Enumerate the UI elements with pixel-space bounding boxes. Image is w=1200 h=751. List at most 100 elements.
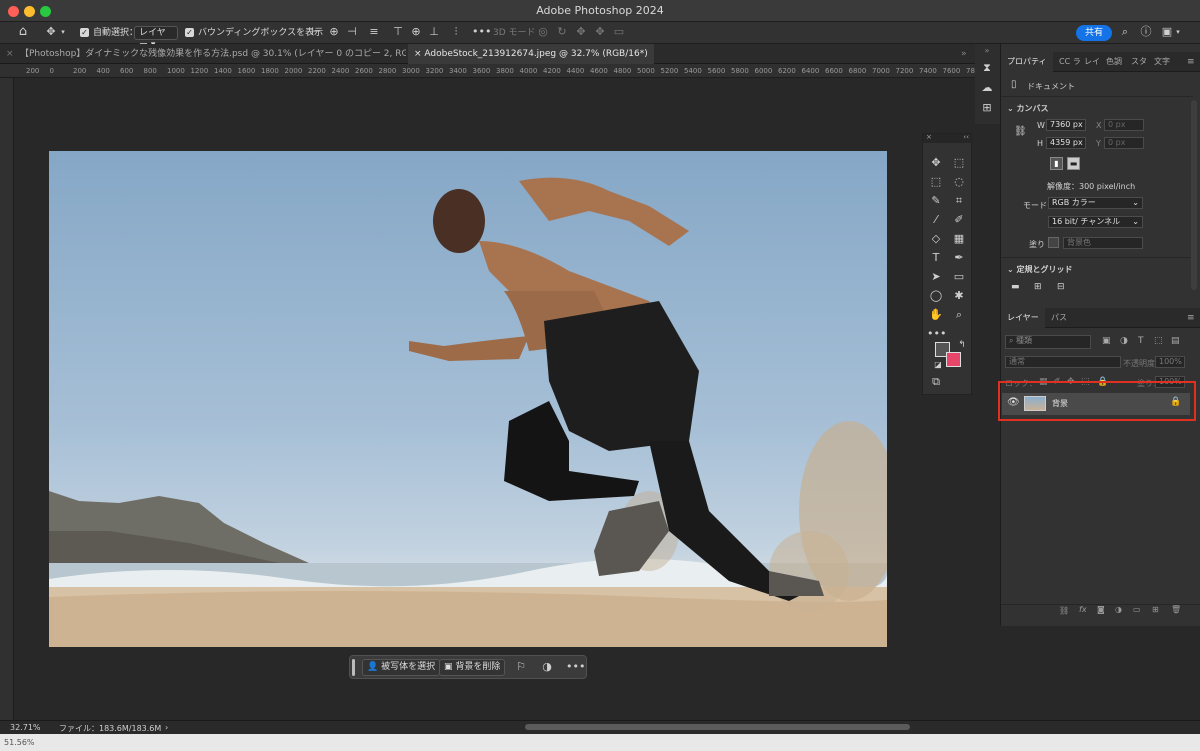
tab-jpeg-close-icon[interactable]: × bbox=[414, 49, 424, 59]
edit-toolbar-icon[interactable]: ••• bbox=[927, 326, 946, 342]
pixel-filter-icon[interactable]: ▣ bbox=[1102, 336, 1111, 346]
link-icon[interactable]: ⛓ bbox=[1014, 126, 1027, 137]
panel-menu-icon[interactable]: ≡ bbox=[1187, 52, 1195, 72]
layer-style-icon[interactable]: fx bbox=[1079, 605, 1087, 614]
tools-panel-header[interactable]: × ‹‹ bbox=[923, 133, 973, 143]
guides-icon[interactable]: ⊟ bbox=[1057, 282, 1065, 292]
crop-tool-icon[interactable]: ⌗ bbox=[950, 193, 968, 209]
new-layer-icon[interactable]: ⊞ bbox=[1152, 605, 1159, 614]
adjustment-filter-icon[interactable]: ◑ bbox=[1120, 336, 1128, 346]
width-field[interactable]: 7360 px bbox=[1046, 119, 1086, 131]
bounding-box-checkbox[interactable]: ✓ bbox=[185, 28, 194, 37]
align-top-icon[interactable]: ⊤ bbox=[392, 25, 404, 39]
share-button[interactable]: 共有 bbox=[1076, 25, 1112, 41]
gradient-tool-icon[interactable]: ▦ bbox=[950, 231, 968, 247]
rectangle-tool-icon[interactable]: ▭ bbox=[950, 269, 968, 285]
fill-swatch[interactable] bbox=[1048, 237, 1059, 248]
rulers-grid-section-header[interactable]: ⌄ 定規とグリッド bbox=[1007, 264, 1073, 275]
hand-tool-icon[interactable]: ✋ bbox=[927, 307, 945, 323]
ellipse-tool-icon[interactable]: ◯ bbox=[927, 288, 945, 304]
new-group-icon[interactable]: ▭ bbox=[1133, 605, 1141, 614]
document-image[interactable] bbox=[49, 151, 887, 647]
zoom-level[interactable]: 32.71% bbox=[10, 723, 41, 732]
distribute-vertical-icon[interactable]: ⫶ bbox=[450, 25, 462, 39]
layers-menu-icon[interactable]: ≡ bbox=[1187, 308, 1195, 328]
expand-icon[interactable]: » bbox=[981, 44, 993, 58]
horizontal-ruler[interactable]: 200 0 200 400 600 800 1000 1200 1400 1600 1800 2000… bbox=[0, 64, 1007, 78]
history-panel-icon[interactable]: ⧗ bbox=[980, 61, 994, 75]
align-middle-icon[interactable]: ⊕ bbox=[410, 25, 422, 39]
vertical-ruler[interactable] bbox=[0, 78, 14, 720]
3d-scale-icon[interactable]: ▭ bbox=[613, 25, 625, 39]
close-icon[interactable]: × bbox=[926, 133, 932, 141]
smart-object-filter-icon[interactable]: ▤ bbox=[1171, 336, 1180, 346]
layer-kind-filter[interactable]: ⌕ 種類 bbox=[1005, 335, 1091, 349]
landscape-orientation-icon[interactable]: ▬ bbox=[1067, 157, 1080, 170]
canvas-section-header[interactable]: ⌄ カンバス bbox=[1007, 103, 1049, 114]
artboard-tool-icon[interactable]: ⬚ bbox=[950, 155, 968, 171]
path-selection-tool-icon[interactable]: ➤ bbox=[927, 269, 945, 285]
select-subject-button[interactable]: 👤 被写体を選択 bbox=[362, 659, 441, 676]
remove-background-button[interactable]: ▣ 背景を削除 bbox=[439, 659, 506, 676]
lasso-tool-icon[interactable]: ◌ bbox=[950, 174, 968, 190]
blend-mode-dropdown[interactable]: 通常 bbox=[1005, 356, 1121, 368]
fill-dropdown[interactable]: 背景色 bbox=[1063, 237, 1143, 249]
collapse-icon[interactable]: ‹‹ bbox=[963, 133, 969, 141]
3d-roll-icon[interactable]: ↻ bbox=[556, 25, 568, 39]
portrait-orientation-icon[interactable]: ▮ bbox=[1050, 157, 1063, 170]
status-menu-arrow[interactable]: › bbox=[165, 723, 168, 732]
y-field[interactable]: 0 px bbox=[1104, 137, 1144, 149]
color-mode-dropdown[interactable]: RGB カラー ⌄ bbox=[1048, 197, 1143, 209]
ruler-icon[interactable]: ▬ bbox=[1011, 282, 1020, 292]
grid-icon[interactable]: ⊞ bbox=[1034, 282, 1042, 292]
distribute-icon[interactable]: ≡ bbox=[368, 25, 380, 39]
opacity-field[interactable]: 100% bbox=[1155, 356, 1185, 368]
bit-depth-dropdown[interactable]: 16 bit/ チャンネル ⌄ bbox=[1048, 216, 1143, 228]
tab-layers[interactable]: レイヤー bbox=[1001, 308, 1045, 328]
layer-mask-icon[interactable]: ◙ bbox=[1097, 605, 1105, 614]
tab-psd-document[interactable]: 【Photoshop】ダイナミックな残像効果を作る方法.psd @ 30.1% … bbox=[14, 44, 406, 64]
type-tool-icon[interactable]: T bbox=[927, 250, 945, 266]
background-color-swatch[interactable] bbox=[946, 352, 961, 367]
tab-layer-comps[interactable]: レイ bbox=[1084, 52, 1100, 72]
pen-tool-icon[interactable]: ✒ bbox=[950, 250, 968, 266]
height-field[interactable]: 4359 px bbox=[1046, 137, 1086, 149]
swap-colors-icon[interactable]: ↰ bbox=[953, 337, 971, 353]
eyedropper-tool-icon[interactable]: ⁄ bbox=[927, 212, 945, 228]
move-tool-icon[interactable]: ✥ bbox=[44, 25, 58, 39]
x-field[interactable]: 0 px bbox=[1104, 119, 1144, 131]
adjustment-layer-icon[interactable]: ◑ bbox=[1115, 605, 1122, 614]
custom-shape-tool-icon[interactable]: ✱ bbox=[950, 288, 968, 304]
marquee-tool-icon[interactable]: ⬚ bbox=[927, 174, 945, 190]
cc-libraries-icon[interactable]: ☁ bbox=[980, 81, 994, 95]
align-center-icon[interactable]: ⊕ bbox=[328, 25, 340, 39]
flag-icon[interactable]: ⚐ bbox=[514, 660, 528, 674]
tab-adjustments[interactable]: 色調 bbox=[1106, 52, 1122, 72]
workspace-chevron-icon[interactable]: ▾ bbox=[1174, 25, 1182, 39]
tab-properties[interactable]: プロパティ bbox=[1001, 52, 1053, 72]
horizontal-scrollbar[interactable] bbox=[525, 724, 910, 730]
tab-cc-libraries[interactable]: CC ラ bbox=[1059, 52, 1081, 72]
3d-pan-icon[interactable]: ✥ bbox=[575, 25, 587, 39]
shape-filter-icon[interactable]: ⬚ bbox=[1154, 336, 1163, 346]
zoom-tool-icon[interactable]: ⌕ bbox=[950, 307, 968, 323]
home-icon[interactable]: ⌂ bbox=[14, 25, 32, 39]
more-options-icon[interactable]: ••• bbox=[472, 25, 491, 39]
tab-character[interactable]: 文字 bbox=[1154, 52, 1170, 72]
auto-select-checkbox[interactable]: ✓ bbox=[80, 28, 89, 37]
align-right-icon[interactable]: ⊣ bbox=[346, 25, 358, 39]
default-colors-icon[interactable]: ◪ bbox=[929, 357, 947, 373]
tab-jpeg-document[interactable]: × AdobeStock_213912674.jpeg @ 32.7% (RGB… bbox=[408, 44, 654, 64]
auto-select-target-dropdown[interactable]: レイヤー ▾ bbox=[134, 26, 178, 50]
brush-tool-icon[interactable]: ✐ bbox=[950, 212, 968, 228]
type-filter-icon[interactable]: T bbox=[1138, 336, 1144, 346]
quick-selection-tool-icon[interactable]: ✎ bbox=[927, 193, 945, 209]
delete-layer-icon[interactable]: 🗑 bbox=[1171, 605, 1181, 614]
drag-handle[interactable] bbox=[352, 659, 355, 676]
workspace-icon[interactable]: ▣ bbox=[1160, 25, 1174, 39]
help-icon[interactable]: ⓘ bbox=[1139, 25, 1153, 39]
adjustment-icon[interactable]: ◑ bbox=[540, 660, 554, 674]
move-tool-icon[interactable]: ✥ bbox=[927, 155, 945, 171]
tab-paths[interactable]: パス bbox=[1051, 308, 1067, 328]
align-left-icon[interactable]: ⊢ bbox=[310, 25, 322, 39]
